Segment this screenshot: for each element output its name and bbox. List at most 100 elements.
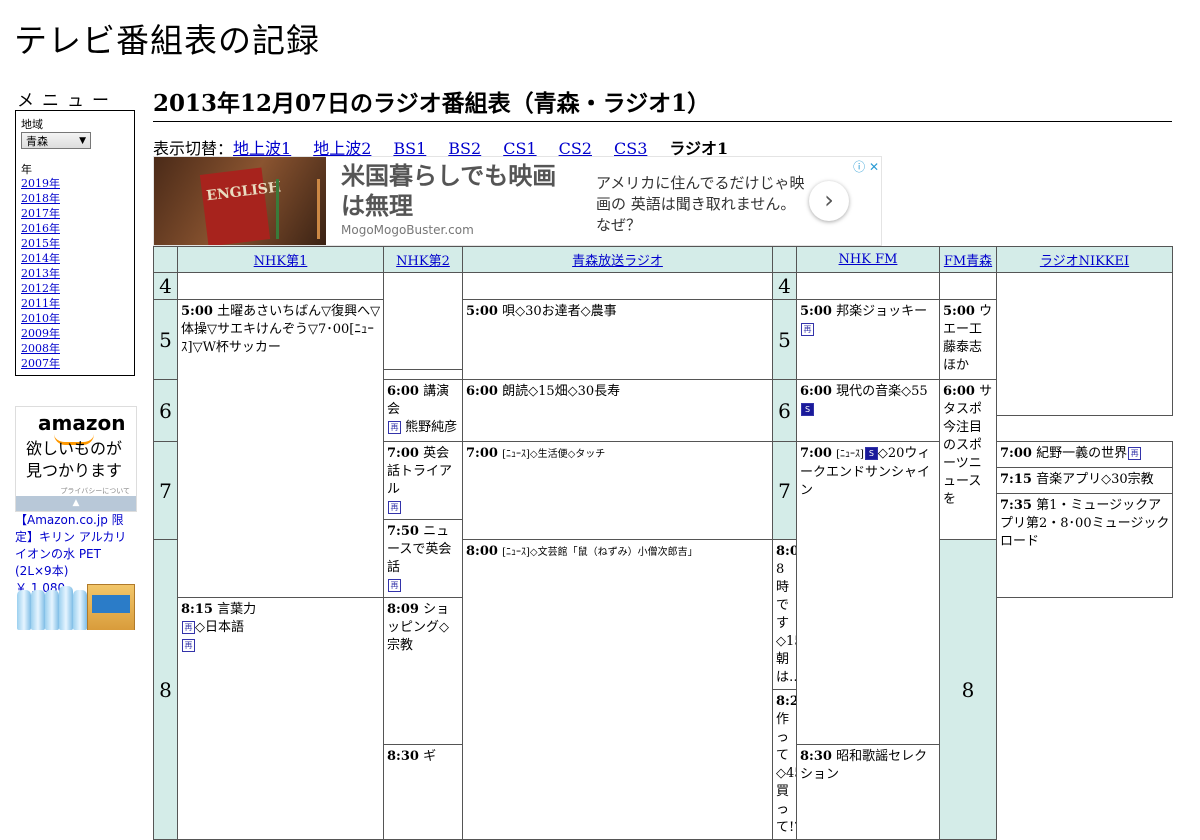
year-link-2009[interactable]: 2009年	[21, 327, 60, 340]
hour-cell: 6	[772, 379, 797, 442]
rebroadcast-icon: 再	[801, 323, 814, 336]
program-cell[interactable]: 6:00 サタスポ今注目のスポーツニュースを	[939, 379, 997, 540]
channel-link-nikkei[interactable]: ラジオNIKKEI	[1040, 254, 1129, 269]
year-link-2013[interactable]: 2013年	[21, 267, 60, 280]
bottle-shape	[45, 590, 59, 630]
program-cell[interactable]: 6:00 朗読◇15畑◇30長寿	[462, 379, 773, 442]
stereo-icon: S	[864, 447, 878, 460]
hour-cell: 5	[153, 299, 178, 380]
year-item: 2017年	[21, 206, 60, 221]
program-cell[interactable]: 5:00 ウエー工藤泰志ほか	[939, 299, 997, 380]
rebroadcast-icon: 再	[1128, 447, 1142, 460]
hour-cell: 7	[153, 441, 178, 540]
year-link-2007[interactable]: 2007年	[21, 357, 60, 370]
channel-link-rab[interactable]: 青森放送ラジオ	[572, 254, 663, 269]
program-cell[interactable]: 7:00 紀野一義の世界再	[996, 441, 1173, 468]
program-cell[interactable]: 6:00 講演会再 熊野純彦	[383, 379, 463, 442]
program-cell[interactable]: 8:25 作って◇45買って!?	[772, 689, 797, 840]
program-cell-empty	[796, 272, 940, 300]
channel-header: ラジオNIKKEI	[996, 246, 1173, 273]
program-cell[interactable]: 7:00 英会話トライアル再	[383, 441, 463, 520]
menu-panel: 地域 青森 ▼ 年 2019年 2018年 2017年 2016年 2015年 …	[15, 110, 135, 376]
banner-ad[interactable]: ENGLISH 米国暮らしでも映画は無理 MogoMogoBuster.com …	[153, 156, 882, 246]
year-item: 2009年	[21, 326, 60, 341]
channel-header-row: NHK第1 NHK第2 青森放送ラジオ NHK FM FM青森 ラジオNIKKE…	[153, 246, 1173, 273]
page-heading: 2013年12月07日のラジオ番組表（青森・ラジオ1）	[153, 84, 1172, 122]
program-cell[interactable]: 7:00 [ﾆｭｰｽ] S ◇20ウィークエンドサンシャイン	[796, 441, 940, 745]
carton-shape	[87, 584, 135, 630]
banner-ad-headline[interactable]: 米国暮らしでも映画は無理	[341, 161, 571, 221]
channel-header: NHK第1	[177, 246, 384, 273]
channel-header: FM青森	[939, 246, 997, 273]
year-link-2015[interactable]: 2015年	[21, 237, 60, 250]
product-image[interactable]	[15, 582, 135, 630]
amazon-ad[interactable]: amazon 欲しいものが 見つかります プライバシーについて ▲	[15, 406, 137, 512]
bottle-shape	[73, 590, 87, 630]
channel-header: NHK第2	[383, 246, 463, 273]
year-item: 2018年	[21, 191, 60, 206]
year-item: 2012年	[21, 281, 60, 296]
banner-ad-body: アメリカに住んでるだけじゃ映画の 英語は聞き取れません。なぜ？	[596, 174, 805, 234]
channel-header: NHK FM	[796, 246, 940, 273]
program-cell[interactable]: 5:00 唄◇30お達者◇農事	[462, 299, 773, 380]
channel-header: 青森放送ラジオ	[462, 246, 773, 273]
year-link-2010[interactable]: 2010年	[21, 312, 60, 325]
amazon-ad-copy-line2: 見つかります	[26, 461, 123, 480]
program-cell[interactable]: 8:30 昭和歌謡セレクション	[796, 743, 940, 840]
hour-cell: 6	[153, 379, 178, 442]
channel-link-nhkfm[interactable]: NHK FM	[839, 252, 898, 267]
program-cell[interactable]: 7:00 [ﾆｭｰｽ]◇生活便◇タッチ	[462, 441, 773, 540]
program-cell[interactable]: 7:50 ニュースで英会話再	[383, 519, 463, 598]
ad-privacy-link[interactable]: プライバシーについて	[60, 486, 130, 496]
year-link-2019[interactable]: 2019年	[21, 177, 60, 190]
year-item: 2011年	[21, 296, 60, 311]
rebroadcast-icon: 再	[182, 639, 195, 652]
year-link-2008[interactable]: 2008年	[21, 342, 60, 355]
program-cell[interactable]: 8:00 8時です◇15朝は…	[772, 539, 797, 690]
program-cell[interactable]: 7:35 第1・ミュージックアプリ第2・8･00ミュージックロード	[996, 493, 1173, 598]
program-cell[interactable]: 7:15 音楽アプリ◇30宗教	[996, 467, 1173, 494]
banner-ad-domain: MogoMogoBuster.com	[341, 223, 474, 237]
year-label: 年	[21, 163, 32, 176]
channel-link-fmaomori[interactable]: FM青森	[944, 254, 992, 269]
channel-link-nhk2[interactable]: NHK第2	[396, 254, 450, 269]
ad-choices-icon[interactable]: ⓘ ✕	[853, 158, 879, 175]
program-cell[interactable]: 8:09 ショッピング◇宗教	[383, 597, 463, 745]
program-cell[interactable]: 8:00 [ﾆｭｰｽ]◇文芸館「鼠（ねずみ）小僧次郎吉」	[462, 539, 773, 840]
channel-link-nhk1[interactable]: NHK第1	[254, 254, 308, 269]
bottle-shape	[59, 586, 73, 630]
year-link-2018[interactable]: 2018年	[21, 192, 60, 205]
program-cell[interactable]: 6:00 現代の音楽◇55S	[796, 379, 940, 442]
banner-ad-image[interactable]: ENGLISH	[154, 157, 326, 245]
rebroadcast-icon: 再	[388, 579, 401, 592]
program-cell[interactable]: 8:30 ギ	[383, 743, 463, 840]
rebroadcast-icon: 再	[182, 621, 195, 634]
program-cell[interactable]: 8:15 言葉力再 ◇日本語再	[177, 597, 384, 840]
stereo-icon: S	[801, 403, 814, 416]
schedule-row: 4 4	[153, 272, 1173, 416]
year-item: 2014年	[21, 251, 60, 266]
region-select[interactable]: 青森 ▼	[21, 132, 91, 149]
banner-ad-copy-panel[interactable]: アメリカに住んでるだけじゃ映画の 英語は聞き取れません。なぜ？ ›	[581, 157, 871, 245]
program-cell-empty	[383, 272, 463, 370]
year-item: 2007年	[21, 356, 60, 371]
program-cell[interactable]: 5:00 邦楽ジョッキー再	[796, 299, 940, 380]
hour-cell: 5	[772, 299, 797, 380]
product-title[interactable]: 【Amazon.co.jp 限定】キリン アルカリイオンの水 PET (2L×9…	[15, 512, 135, 580]
region-select-value: 青森	[26, 135, 48, 148]
amazon-ad-copy-line1: 欲しいものが	[26, 439, 123, 458]
year-item: 2013年	[21, 266, 60, 281]
bottle-shape	[17, 590, 31, 630]
chevron-right-icon[interactable]: ›	[809, 181, 849, 221]
year-link-2016[interactable]: 2016年	[21, 222, 60, 235]
hour-cell: 4	[772, 272, 797, 300]
year-link-2017[interactable]: 2017年	[21, 207, 60, 220]
year-link-2012[interactable]: 2012年	[21, 282, 60, 295]
ad-expand-icon[interactable]: ▲	[16, 496, 136, 511]
corner-cell	[772, 246, 797, 273]
program-cell[interactable]: 5:00 土曜あさいちばん▽復興へ▽体操▽サエキけんぞう▽7･00[ﾆｭｰｽ]▽…	[177, 299, 384, 598]
year-link-2011[interactable]: 2011年	[21, 297, 60, 310]
year-item: 2008年	[21, 341, 60, 356]
year-link-2014[interactable]: 2014年	[21, 252, 60, 265]
rebroadcast-icon: 再	[388, 421, 401, 434]
